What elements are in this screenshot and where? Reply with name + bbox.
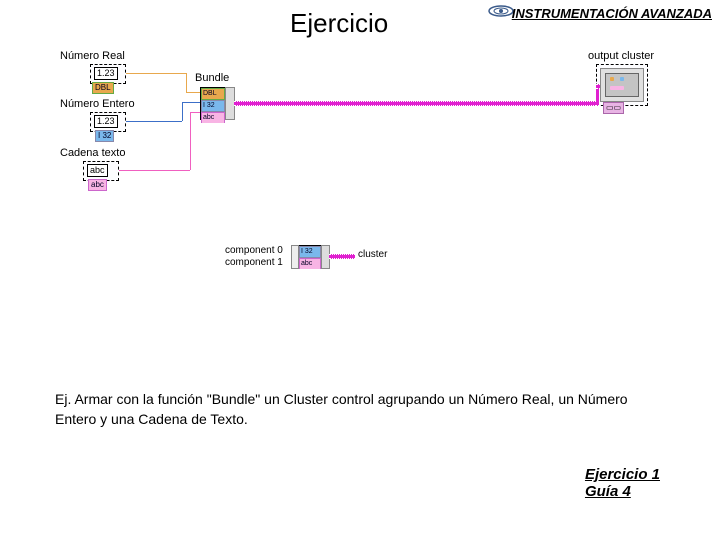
wire bbox=[119, 170, 190, 171]
type-tag-abc: abc bbox=[88, 179, 107, 191]
label-numero-real: Número Real bbox=[60, 50, 125, 62]
type-tag-dbl: DBL bbox=[92, 82, 114, 94]
page-title: Ejercicio bbox=[290, 8, 388, 39]
label-component1: component 1 bbox=[225, 257, 283, 268]
type-tag-cluster: ▭▭ bbox=[603, 102, 624, 114]
wire bbox=[182, 102, 183, 121]
bundle-input-abc: abc bbox=[299, 258, 321, 269]
cluster-wire bbox=[596, 84, 600, 89]
label-component0: component 0 bbox=[225, 245, 283, 256]
wire bbox=[182, 102, 200, 103]
label-cluster: cluster bbox=[358, 249, 387, 260]
bundle-by-name-function[interactable]: I 32 abc bbox=[298, 245, 322, 269]
label-output-cluster: output cluster bbox=[588, 50, 654, 62]
wire bbox=[126, 73, 186, 74]
footer: Ejercicio 1 Guía 4 bbox=[585, 466, 660, 500]
labview-diagram: Número Real 1.23 DBL Número Entero 1.23 … bbox=[50, 50, 670, 320]
wire bbox=[126, 121, 182, 122]
bundle-function[interactable]: DBL I 32 abc bbox=[200, 87, 226, 120]
label-bundle: Bundle bbox=[195, 72, 229, 84]
string-control[interactable]: abc bbox=[87, 164, 108, 177]
cluster-wire bbox=[234, 101, 596, 106]
numeric-control-real[interactable]: 1.23 bbox=[94, 67, 118, 80]
instruction-text: Ej. Armar con la función "Bundle" un Clu… bbox=[55, 390, 665, 429]
bundle-input-i32: I 32 bbox=[201, 100, 225, 112]
header-subtitle: INSTRUMENTACIÓN AVANZADA bbox=[512, 6, 712, 21]
wire bbox=[190, 112, 191, 170]
wire bbox=[190, 112, 200, 113]
bundle-input-i32: I 32 bbox=[299, 246, 321, 258]
label-numero-entero: Número Entero bbox=[60, 98, 135, 110]
footer-guide: Guía 4 bbox=[585, 483, 660, 500]
footer-exercise: Ejercicio 1 bbox=[585, 466, 660, 483]
numeric-control-entero[interactable]: 1.23 bbox=[94, 115, 118, 128]
bundle-input-dbl: DBL bbox=[201, 88, 225, 100]
output-cluster-indicator[interactable] bbox=[600, 68, 644, 102]
wire bbox=[186, 73, 187, 92]
bundle-input-terminal bbox=[291, 245, 299, 269]
bundle-input-abc: abc bbox=[201, 112, 225, 123]
type-tag-i32: I 32 bbox=[95, 130, 114, 142]
wire bbox=[186, 92, 200, 93]
cluster-wire bbox=[329, 254, 355, 259]
label-cadena-texto: Cadena texto bbox=[60, 147, 125, 159]
